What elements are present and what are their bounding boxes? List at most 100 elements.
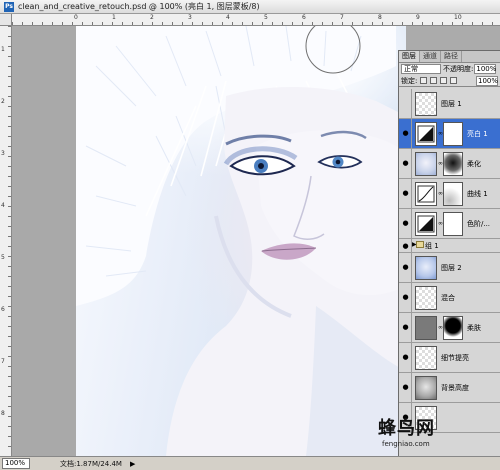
eye-icon[interactable]: ● bbox=[401, 323, 410, 332]
ruler-label: 3 bbox=[1, 150, 5, 157]
visibility-cell[interactable]: ● bbox=[399, 239, 412, 252]
document-titlebar[interactable]: Ps clean_and_creative_retouch.psd @ 100%… bbox=[0, 0, 500, 14]
layers-list: 图层 1 ● ∞ 亮白 1 ● ∞ 柔化 ● ∞ 曲线 1 ● ∞ 色阶/... ● ▶ 组 1 ● 图层 2 ● 混… bbox=[399, 89, 500, 433]
lock-pixels-icon[interactable] bbox=[430, 77, 438, 84]
document-info: 文档:1.87M/24.4M bbox=[60, 459, 122, 468]
status-menu-arrow-icon[interactable]: ▶ bbox=[130, 460, 135, 468]
layer-name: 亮白 1 bbox=[467, 130, 488, 138]
ruler-label: 4 bbox=[1, 202, 5, 209]
ruler-label: 5 bbox=[264, 14, 268, 21]
tab-channels[interactable]: 通道 bbox=[420, 51, 441, 62]
layer-row[interactable]: ● ∞ 色阶/... bbox=[399, 209, 500, 239]
visibility-cell[interactable]: ● bbox=[399, 343, 412, 372]
visibility-cell[interactable]: ● bbox=[399, 373, 412, 402]
lock-position-icon[interactable] bbox=[440, 77, 448, 84]
layer-mask-thumbnail[interactable] bbox=[443, 182, 463, 206]
layer-name: 背景高度 bbox=[441, 384, 469, 392]
zoom-field[interactable]: 100% bbox=[2, 458, 30, 469]
ruler-label: 6 bbox=[1, 306, 5, 313]
layer-name: 混合 bbox=[441, 294, 455, 302]
layer-row[interactable]: ● 混合 bbox=[399, 283, 500, 313]
visibility-cell[interactable] bbox=[399, 89, 412, 118]
layer-thumbnail[interactable] bbox=[415, 92, 437, 116]
ruler-label: 4 bbox=[226, 14, 230, 21]
layer-name: 图层 1 bbox=[441, 100, 462, 108]
watermark: 蜂鸟网 fengniao.com bbox=[372, 414, 500, 456]
layer-row[interactable]: ● 细节提亮 bbox=[399, 343, 500, 373]
lock-transparency-icon[interactable] bbox=[420, 77, 428, 84]
layer-thumbnail[interactable] bbox=[415, 286, 437, 310]
horizontal-ruler[interactable]: 0 1 2 3 4 5 6 7 8 9 10 bbox=[12, 14, 500, 26]
fill-input[interactable]: 100% bbox=[476, 75, 498, 86]
vertical-ruler[interactable]: 1 2 3 4 5 6 7 8 bbox=[0, 26, 12, 456]
layer-thumbnail[interactable] bbox=[415, 346, 437, 370]
visibility-cell[interactable]: ● bbox=[399, 283, 412, 312]
visibility-cell[interactable]: ● bbox=[399, 179, 412, 208]
ruler-label: 1 bbox=[112, 14, 116, 21]
ruler-corner[interactable] bbox=[0, 14, 12, 26]
layers-panel[interactable]: 图层 通道 路径 正常 不透明度: 100% 锁定: 100% 图层 1 ● ∞ 亮白… bbox=[398, 50, 500, 470]
ruler-label: 1 bbox=[1, 46, 5, 53]
eye-icon[interactable]: ● bbox=[401, 383, 410, 392]
watermark-url: fengniao.com bbox=[382, 440, 430, 448]
lock-all-icon[interactable] bbox=[450, 77, 458, 84]
layer-thumbnail[interactable] bbox=[415, 212, 437, 236]
lock-fill-row: 锁定: 100% bbox=[399, 75, 500, 87]
eye-icon[interactable]: ● bbox=[401, 353, 410, 362]
ruler-label: 8 bbox=[378, 14, 382, 21]
opacity-input[interactable]: 100% bbox=[474, 64, 496, 74]
eye-icon[interactable]: ● bbox=[401, 189, 410, 198]
blend-opacity-row: 正常 不透明度: 100% bbox=[399, 63, 500, 75]
layer-row[interactable]: ● 图层 2 bbox=[399, 253, 500, 283]
visibility-cell[interactable]: ● bbox=[399, 209, 412, 238]
layer-row[interactable]: ● ∞ 亮白 1 bbox=[399, 119, 500, 149]
eye-icon[interactable]: ● bbox=[401, 242, 410, 251]
layer-name: 曲线 1 bbox=[467, 190, 488, 198]
layer-row[interactable]: ● 背景高度 bbox=[399, 373, 500, 403]
visibility-cell[interactable]: ● bbox=[399, 119, 412, 148]
status-bar: 100% 文档:1.87M/24.4M ▶ bbox=[0, 456, 500, 470]
eye-icon[interactable]: ● bbox=[401, 129, 410, 138]
layer-row[interactable]: 图层 1 bbox=[399, 89, 500, 119]
layer-thumbnail[interactable] bbox=[415, 256, 437, 280]
ruler-label: 0 bbox=[74, 14, 78, 21]
eye-icon[interactable]: ● bbox=[401, 219, 410, 228]
ruler-label: 2 bbox=[150, 14, 154, 21]
opacity-label: 不透明度: bbox=[443, 65, 474, 73]
ruler-label: 9 bbox=[416, 14, 420, 21]
layer-thumbnail[interactable] bbox=[415, 122, 437, 146]
visibility-cell[interactable]: ● bbox=[399, 313, 412, 342]
image-canvas[interactable] bbox=[76, 26, 406, 456]
layer-mask-thumbnail[interactable] bbox=[443, 122, 463, 146]
tab-layers[interactable]: 图层 bbox=[399, 51, 420, 62]
eye-icon[interactable]: ● bbox=[401, 293, 410, 302]
ruler-label: 3 bbox=[188, 14, 192, 21]
layer-mask-thumbnail[interactable] bbox=[443, 152, 463, 176]
watermark-text: 蜂鸟网 bbox=[378, 418, 435, 439]
ruler-label: 6 bbox=[302, 14, 306, 21]
layer-row[interactable]: ● ∞ 柔化 bbox=[399, 149, 500, 179]
layer-thumbnail[interactable] bbox=[415, 152, 437, 176]
layer-row[interactable]: ● ∞ 曲线 1 bbox=[399, 179, 500, 209]
layer-mask-thumbnail[interactable] bbox=[443, 212, 463, 236]
eye-icon[interactable]: ● bbox=[401, 263, 410, 272]
layer-thumbnail[interactable] bbox=[415, 316, 437, 340]
layer-mask-thumbnail[interactable] bbox=[443, 316, 463, 340]
tab-paths[interactable]: 路径 bbox=[441, 51, 462, 62]
ruler-label: 7 bbox=[1, 358, 5, 365]
eye-icon[interactable]: ● bbox=[401, 159, 410, 168]
blend-mode-select[interactable]: 正常 bbox=[401, 64, 441, 74]
ruler-label: 2 bbox=[1, 98, 5, 105]
layer-name: 柔肤 bbox=[467, 324, 481, 332]
layer-thumbnail[interactable] bbox=[415, 182, 437, 206]
layer-row[interactable]: ● ∞ 柔肤 bbox=[399, 313, 500, 343]
portrait-image bbox=[76, 26, 406, 456]
layer-name: 细节提亮 bbox=[441, 354, 469, 362]
layer-name: 组 1 bbox=[425, 242, 439, 250]
layer-group-row[interactable]: ● ▶ 组 1 bbox=[399, 239, 500, 253]
visibility-cell[interactable]: ● bbox=[399, 149, 412, 178]
lock-label: 锁定: bbox=[401, 76, 418, 85]
photoshop-icon: Ps bbox=[4, 1, 14, 12]
layer-thumbnail[interactable] bbox=[415, 376, 437, 400]
visibility-cell[interactable]: ● bbox=[399, 253, 412, 282]
